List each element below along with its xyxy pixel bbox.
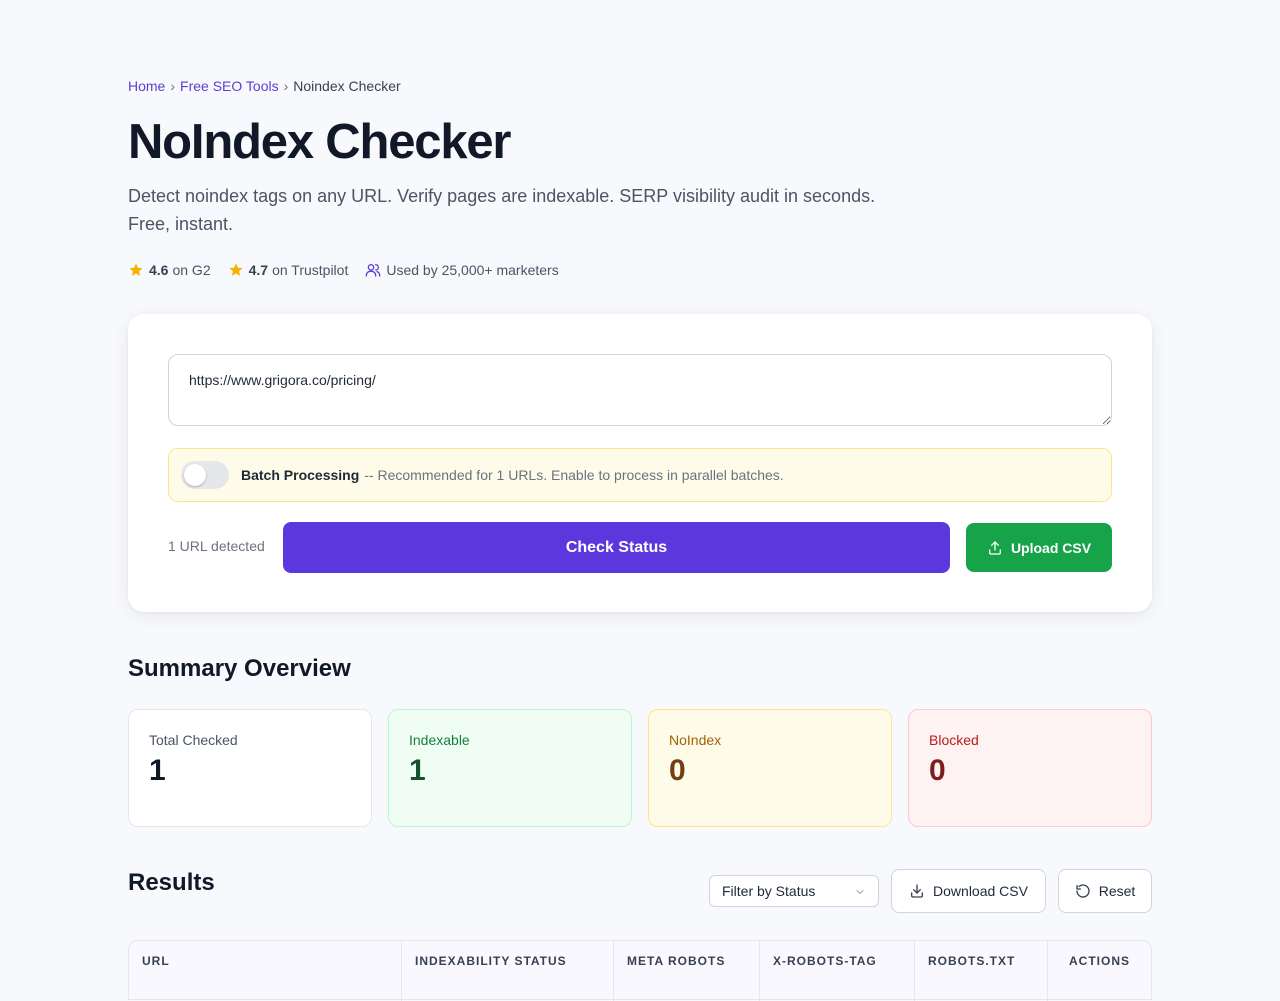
star-icon [129,263,143,276]
column-header-url[interactable]: URL [129,941,402,1001]
ratings-bar: 4.6 on G2 4.7 on Trustpilot Used by 25,0… [128,262,576,278]
page-subtitle: Detect noindex tags on any URL. Verify p… [128,186,876,234]
users-count: Used by 25,000+ marketers [365,262,559,278]
status-filter-value: Filter by Status [722,883,816,899]
column-header-meta-robots[interactable]: Meta Robots [614,941,760,1001]
toggle-knob [184,464,206,486]
summary-heading: Summary Overview [128,655,351,682]
stat-label: Indexable [409,732,470,748]
results-table: URL Indexability Status Meta Robots X-Ro… [128,940,1152,1001]
url-input[interactable] [168,354,1112,426]
stat-value: 0 [929,754,946,787]
g2-label: on G2 [172,262,211,278]
status-filter-select[interactable]: Filter by Status [709,875,879,907]
download-csv-button[interactable]: Download CSV [891,869,1046,913]
users-icon [366,264,381,277]
stat-card-indexable: Indexable 1 [388,709,632,827]
check-status-button[interactable]: Check Status [283,522,950,573]
breadcrumb-home[interactable]: Home [128,78,165,94]
results-heading: Results [128,869,215,896]
users-label: Used by 25,000+ marketers [386,262,559,278]
checker-card: Batch Processing -- Recommended for 1 UR… [128,314,1152,612]
star-icon [228,263,243,276]
stat-value: 1 [409,754,426,787]
trustpilot-score: 4.7 [248,262,269,278]
download-csv-label: Download CSV [933,883,1028,899]
batch-processing-label: Batch Processing [241,467,360,483]
breadcrumb-separator: › [170,78,176,94]
stat-card-blocked: Blocked 0 [908,709,1152,827]
page-title: NoIndex Checker [128,115,512,169]
stat-label: Blocked [929,732,979,748]
breadcrumb-current: Noindex Checker [293,78,401,94]
stat-value: 0 [669,754,686,787]
reset-label: Reset [1098,883,1136,899]
column-header-robots-txt[interactable]: Robots.txt [915,941,1048,1001]
column-header-x-robots-tag[interactable]: X-Robots-Tag [760,941,915,1001]
breadcrumb: Home › Free SEO Tools › Noindex Checker [128,78,401,94]
trustpilot-label: on Trustpilot [272,262,349,278]
reset-button[interactable]: Reset [1058,869,1152,913]
url-detected-count: 1 URL detected [168,538,265,554]
breadcrumb-free-seo-tools[interactable]: Free SEO Tools [180,78,279,94]
upload-csv-button[interactable]: Upload CSV [966,523,1112,572]
reset-icon [1076,884,1090,898]
column-header-actions: Actions [1069,954,1130,968]
chevron-down-icon [856,890,864,894]
stat-label: NoIndex [669,732,722,748]
g2-score: 4.6 [149,262,169,278]
stat-value: 1 [149,754,166,787]
stat-label: Total Checked [149,732,238,748]
upload-icon [988,540,1001,555]
stat-card-total: Total Checked 1 [128,709,372,827]
batch-processing-banner: Batch Processing -- Recommended for 1 UR… [168,448,1112,502]
trustpilot-rating: 4.7 on Trustpilot [228,262,349,278]
upload-csv-label: Upload CSV [1010,539,1092,556]
batch-processing-toggle[interactable] [181,461,229,489]
download-icon [911,884,924,898]
stat-card-noindex: NoIndex 0 [648,709,892,827]
column-header-indexability-status[interactable]: Indexability Status [402,941,614,1001]
g2-rating: 4.6 on G2 [128,262,211,278]
breadcrumb-separator: › [283,78,289,94]
batch-processing-hint: -- Recommended for 1 URLs. Enable to pro… [364,467,784,483]
